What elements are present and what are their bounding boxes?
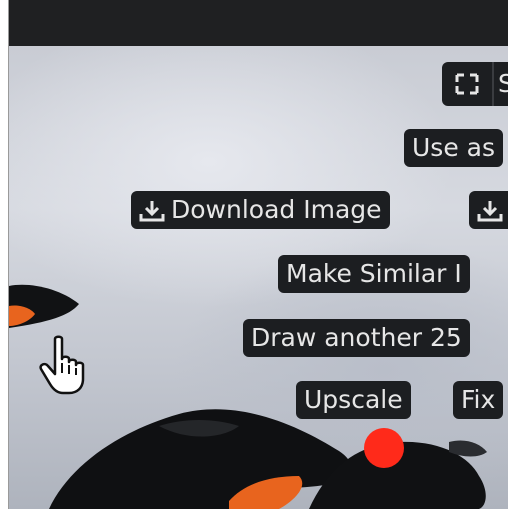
fullscreen-split-button[interactable]: S <box>442 62 508 106</box>
fullscreen-icon <box>455 73 479 95</box>
download-image-button[interactable]: Download Image <box>131 191 390 229</box>
draw-another-label: Draw another 25 <box>251 323 462 352</box>
fix-label: Fix <box>461 385 496 414</box>
top-bar <box>9 0 508 46</box>
use-as-button[interactable]: Use as <box>404 129 503 167</box>
fix-button[interactable]: Fix <box>453 381 504 419</box>
use-as-label: Use as <box>412 133 495 162</box>
make-similar-label: Make Similar I <box>286 259 462 288</box>
upscale-button[interactable]: Upscale <box>296 381 411 419</box>
download-image-label: Download Image <box>171 195 382 224</box>
split-button-label: S <box>498 62 508 106</box>
download-icon <box>139 199 165 223</box>
draw-another-button[interactable]: Draw another 25 <box>243 319 470 357</box>
download-secondary-button[interactable] <box>469 191 508 229</box>
download-icon <box>477 199 503 223</box>
make-similar-button[interactable]: Make Similar I <box>278 255 470 293</box>
app-frame: S Use as Download Image Make Similar I D… <box>8 0 508 509</box>
fullscreen-button[interactable] <box>442 62 494 106</box>
hand-cursor-icon <box>39 335 93 399</box>
upscale-label: Upscale <box>304 385 403 414</box>
